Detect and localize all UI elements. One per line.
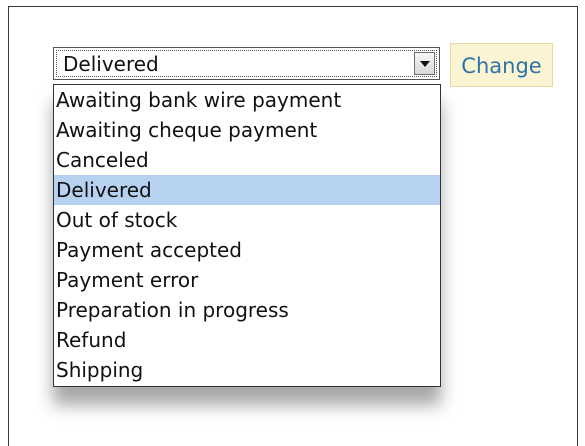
dropdown-option[interactable]: Payment accepted [54, 235, 440, 265]
chevron-down-icon[interactable] [414, 52, 435, 75]
order-status-select[interactable]: Delivered [53, 47, 440, 80]
dropdown-option[interactable]: Refund [54, 325, 440, 355]
dropdown-option[interactable]: Awaiting bank wire payment [54, 85, 440, 115]
dropdown-option[interactable]: Awaiting cheque payment [54, 115, 440, 145]
dropdown-option-selected[interactable]: Delivered [54, 175, 440, 205]
dropdown-option[interactable]: Preparation in progress [54, 295, 440, 325]
dropdown-option[interactable]: Canceled [54, 145, 440, 175]
change-button[interactable]: Change [450, 43, 553, 87]
dropdown-option[interactable]: Out of stock [54, 205, 440, 235]
content-panel: Delivered Change Awaiting bank wire paym… [8, 6, 578, 446]
order-status-value: Delivered [63, 52, 159, 76]
order-status-dropdown-list: Awaiting bank wire payment Awaiting cheq… [53, 84, 441, 387]
dropdown-option[interactable]: Shipping [54, 355, 440, 385]
dropdown-option[interactable]: Payment error [54, 265, 440, 295]
